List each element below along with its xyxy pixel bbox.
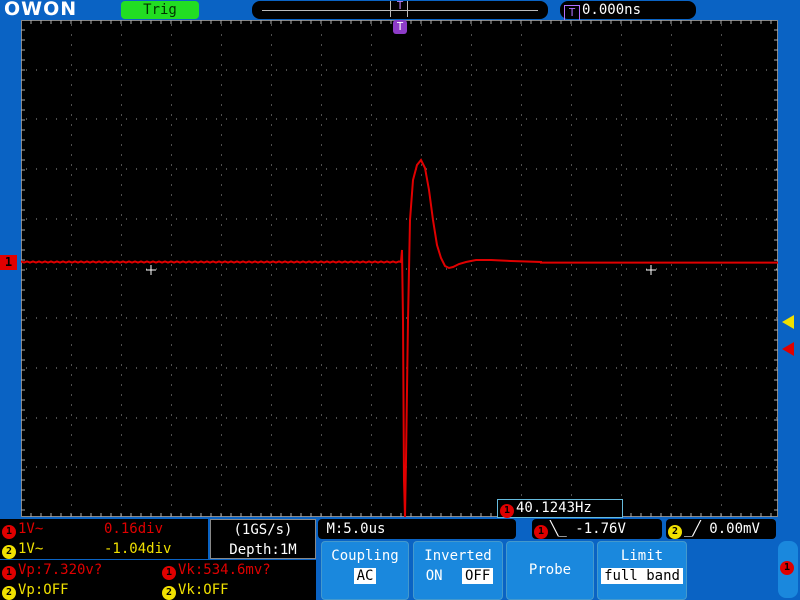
inverted-off-option: OFF bbox=[462, 568, 494, 584]
timebase-value: M:5.0us bbox=[326, 521, 386, 537]
trigger-position-icon[interactable]: T bbox=[393, 20, 407, 34]
limit-title: Limit bbox=[620, 548, 664, 564]
brand-logo: OWON bbox=[4, 0, 78, 20]
frequency-value: 40.1243Hz bbox=[516, 500, 592, 516]
ch1-offset: 0.16div bbox=[104, 521, 164, 537]
inverted-title: Inverted bbox=[424, 548, 492, 564]
ch2-trigger-level: 0.00mV bbox=[709, 521, 760, 537]
trigger-position-top-icon: T bbox=[396, 0, 404, 12]
channel-scroll-button[interactable]: 1 bbox=[778, 541, 798, 598]
channel-2-icon: 2 bbox=[2, 586, 16, 600]
ch1-vk-measurement: Vk:534.6mv? bbox=[178, 562, 271, 578]
channel-1-icon: 1 bbox=[162, 566, 176, 580]
coupling-value: AC bbox=[353, 568, 377, 584]
ch1-trigger-level-arrow-icon[interactable] bbox=[782, 342, 794, 356]
ch1-level-marker[interactable]: 1 bbox=[0, 255, 17, 270]
ch1-vp-measurement: Vp:7.320v? bbox=[18, 562, 103, 578]
inverted-menu-button[interactable]: Inverted ON OFF bbox=[413, 541, 503, 600]
measurement-row-ch1: 1 Vp:7.320v? 1 Vk:534.6mv? bbox=[0, 560, 316, 580]
channel-2-row: 2 1V~ -1.04div bbox=[0, 539, 208, 559]
measurement-panel: 1 Vp:7.320v? 1 Vk:534.6mv? 2 Vp:OFF 2 Vk:OFF bbox=[0, 560, 316, 600]
channel-info-panel: 1 1V~ 0.16div 2 1V~ -1.04div bbox=[0, 519, 208, 559]
measurement-row-ch2: 2 Vp:OFF 2 Vk:OFF bbox=[0, 580, 316, 600]
channel-2-icon: 2 bbox=[668, 525, 682, 539]
ch2-trigger-level-arrow-icon[interactable] bbox=[782, 315, 794, 329]
ch2-vk-measurement: Vk:OFF bbox=[178, 582, 229, 598]
sample-rate: (1GS/s) bbox=[233, 522, 293, 538]
ch1-scale: 1V~ bbox=[18, 521, 44, 537]
channel-1-icon: 1 bbox=[2, 525, 16, 539]
coupling-title: Coupling bbox=[331, 548, 399, 564]
ch1-trigger-readout: 1 ╲_ -1.76V bbox=[532, 519, 662, 539]
channel-2-icon: 2 bbox=[162, 586, 176, 600]
channel-1-icon: 1 bbox=[2, 566, 16, 580]
crosshair-marker bbox=[646, 265, 656, 275]
probe-title: Probe bbox=[528, 562, 572, 578]
probe-menu-button[interactable]: Probe bbox=[506, 541, 594, 600]
trigger-status-badge: Trig bbox=[121, 1, 199, 19]
channel-1-icon: 1 bbox=[534, 525, 548, 539]
falling-edge-icon: ╲_ bbox=[550, 521, 567, 537]
time-offset-readout: T 0.000ns bbox=[560, 1, 696, 21]
memory-depth: Depth:1M bbox=[229, 542, 297, 558]
ch1-trigger-level: -1.76V bbox=[575, 521, 626, 537]
coupling-menu-button[interactable]: Coupling AC bbox=[321, 541, 409, 600]
rising-edge-icon: _╱ bbox=[684, 521, 701, 537]
limit-value: full band bbox=[601, 568, 683, 584]
time-offset-value: 0.000ns bbox=[582, 2, 642, 18]
limit-menu-button[interactable]: Limit full band bbox=[597, 541, 687, 600]
ch2-offset: -1.04div bbox=[104, 541, 172, 557]
waveform-display bbox=[20, 20, 778, 518]
graticule-border bbox=[21, 20, 778, 517]
ch1-waveform bbox=[20, 158, 778, 518]
channel-1-row: 1 1V~ 0.16div bbox=[0, 519, 208, 539]
acquisition-info: (1GS/s) Depth:1M bbox=[210, 519, 316, 559]
crosshair-marker bbox=[146, 265, 156, 275]
channel-1-icon: 1 bbox=[500, 504, 514, 518]
timebase-readout: M:5.0us bbox=[318, 519, 516, 539]
inverted-on-option: ON bbox=[425, 568, 443, 584]
trigger-time-icon: T bbox=[564, 5, 580, 21]
channel-2-icon: 2 bbox=[2, 545, 16, 559]
ch2-trigger-readout: 2 _╱ 0.00mV bbox=[666, 519, 776, 539]
grid-ticks bbox=[21, 20, 778, 517]
ch2-scale: 1V~ bbox=[18, 541, 44, 557]
graticule bbox=[20, 20, 778, 518]
ch2-vp-measurement: Vp:OFF bbox=[18, 582, 69, 598]
frequency-readout: 1 40.1243Hz bbox=[497, 499, 623, 518]
channel-1-icon: 1 bbox=[780, 561, 794, 575]
